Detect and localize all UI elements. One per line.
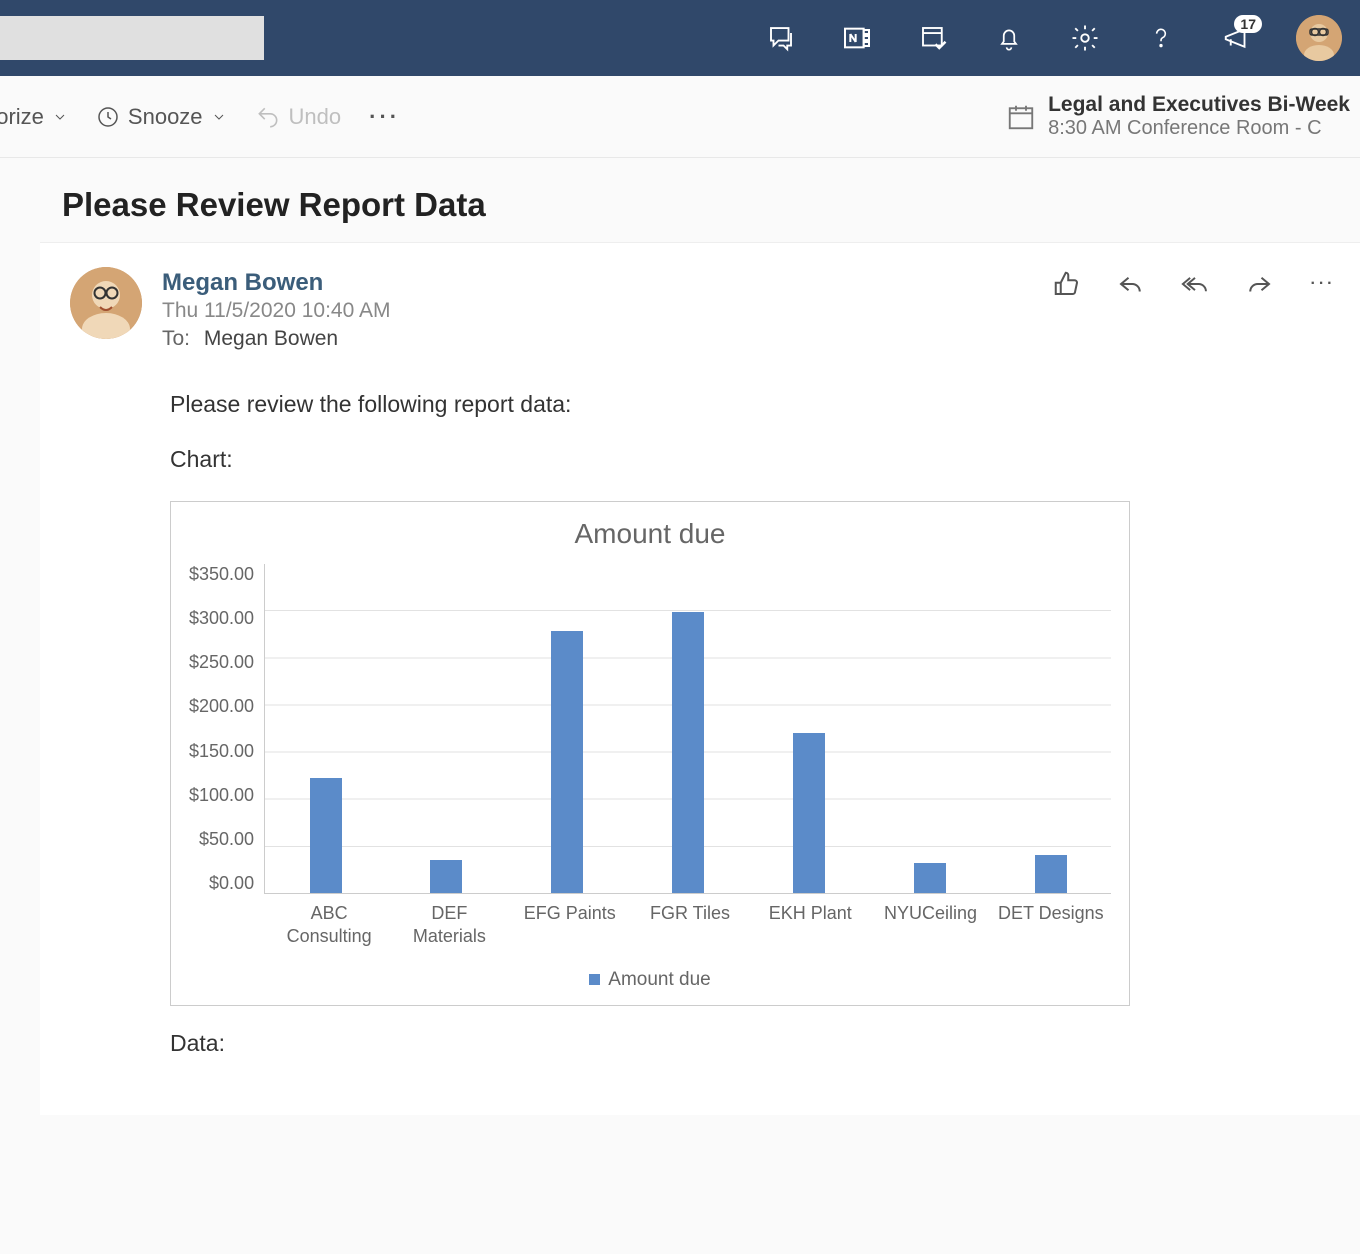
onenote-icon[interactable] — [840, 21, 874, 55]
legend-swatch — [589, 974, 600, 985]
body-intro: Please review the following report data: — [170, 391, 1330, 418]
notifications-icon[interactable] — [992, 21, 1026, 55]
search-box[interactable] — [0, 16, 264, 60]
sender-name[interactable]: Megan Bowen — [162, 269, 390, 297]
x-tick: ABC Consulting — [274, 902, 384, 949]
teams-chat-icon[interactable] — [764, 21, 798, 55]
chevron-down-icon — [52, 109, 68, 125]
categorize-label: gorize — [0, 104, 44, 130]
snooze-button[interactable]: Snooze — [82, 76, 241, 157]
subject-area: Please Review Report Data — [0, 158, 1360, 242]
email-subject: Please Review Report Data — [62, 186, 1324, 224]
y-tick: $350.00 — [189, 564, 254, 585]
chevron-down-icon — [211, 109, 227, 125]
x-tick: EFG Paints — [515, 902, 625, 949]
recipient-line: To: Megan Bowen — [162, 327, 390, 351]
message-actions: ··· — [1050, 267, 1340, 301]
y-tick: $300.00 — [189, 608, 254, 629]
forward-button[interactable] — [1242, 267, 1276, 301]
undo-button[interactable]: Undo — [241, 76, 356, 157]
like-button[interactable] — [1050, 267, 1084, 301]
reply-button[interactable] — [1114, 267, 1148, 301]
header-icon-group: 17 — [764, 0, 1342, 76]
y-tick: $50.00 — [199, 829, 254, 850]
message-body: Please review the following report data:… — [70, 351, 1330, 1057]
more-actions-button[interactable]: ··· — [355, 76, 414, 157]
clock-icon — [96, 105, 120, 129]
more-icon: ··· — [1311, 275, 1336, 293]
x-tick: DET Designs — [996, 902, 1106, 949]
snooze-label: Snooze — [128, 104, 203, 130]
undo-icon — [255, 104, 281, 130]
more-icon: ··· — [369, 104, 400, 130]
x-tick: EKH Plant — [755, 902, 865, 949]
chart-legend: Amount due — [189, 969, 1111, 991]
legend-label: Amount due — [608, 969, 710, 991]
categorize-button[interactable]: gorize — [0, 76, 82, 157]
meeting-title: Legal and Executives Bi-Week — [1048, 93, 1350, 117]
profile-avatar[interactable] — [1296, 15, 1342, 61]
chart-bar — [914, 863, 946, 893]
x-tick: FGR Tiles — [635, 902, 745, 949]
undo-label: Undo — [289, 104, 342, 130]
next-meeting-pane[interactable]: Legal and Executives Bi-Week 8:30 AM Con… — [996, 76, 1360, 157]
chart-bar — [793, 733, 825, 893]
calendar-icon — [1006, 102, 1036, 132]
reply-all-button[interactable] — [1178, 267, 1212, 301]
todo-icon[interactable] — [916, 21, 950, 55]
y-tick: $0.00 — [209, 873, 254, 894]
chart-x-axis: ABC ConsultingDEF MaterialsEFG PaintsFGR… — [269, 902, 1111, 949]
sender-avatar[interactable] — [70, 267, 142, 339]
chart-bar — [310, 778, 342, 893]
announcements-icon[interactable]: 17 — [1220, 21, 1254, 55]
email-date: Thu 11/5/2020 10:40 AM — [162, 299, 390, 323]
chart-title: Amount due — [189, 518, 1111, 550]
announcement-badge: 17 — [1234, 15, 1262, 33]
x-tick: DEF Materials — [394, 902, 504, 949]
message-card: Megan Bowen Thu 11/5/2020 10:40 AM To: M… — [40, 242, 1360, 1115]
chart-bar — [551, 631, 583, 893]
chart-frame: Amount due $350.00$300.00$250.00$200.00$… — [170, 501, 1130, 1006]
chart-plot-area — [264, 564, 1111, 894]
chart-bar — [1035, 855, 1067, 893]
body-data-label: Data: — [170, 1030, 1330, 1057]
message-toolbar: gorize Snooze Undo ··· Legal and Executi… — [0, 76, 1360, 158]
more-message-actions-button[interactable]: ··· — [1306, 267, 1340, 301]
to-value: Megan Bowen — [204, 327, 338, 350]
chart-bar — [672, 612, 704, 893]
settings-icon[interactable] — [1068, 21, 1102, 55]
x-tick: NYUCeiling — [876, 902, 986, 949]
y-tick: $150.00 — [189, 741, 254, 762]
to-label: To: — [162, 327, 190, 350]
y-tick: $250.00 — [189, 652, 254, 673]
chart-y-axis: $350.00 $300.00 $250.00 $200.00 $150.00 $100.… — [189, 564, 264, 894]
body-chart-label: Chart: — [170, 446, 1330, 473]
app-header: 17 — [0, 0, 1360, 76]
chart-bar — [430, 860, 462, 893]
y-tick: $200.00 — [189, 696, 254, 717]
meeting-subtitle: 8:30 AM Conference Room - C — [1048, 117, 1350, 140]
y-tick: $100.00 — [189, 785, 254, 806]
help-icon[interactable] — [1144, 21, 1178, 55]
